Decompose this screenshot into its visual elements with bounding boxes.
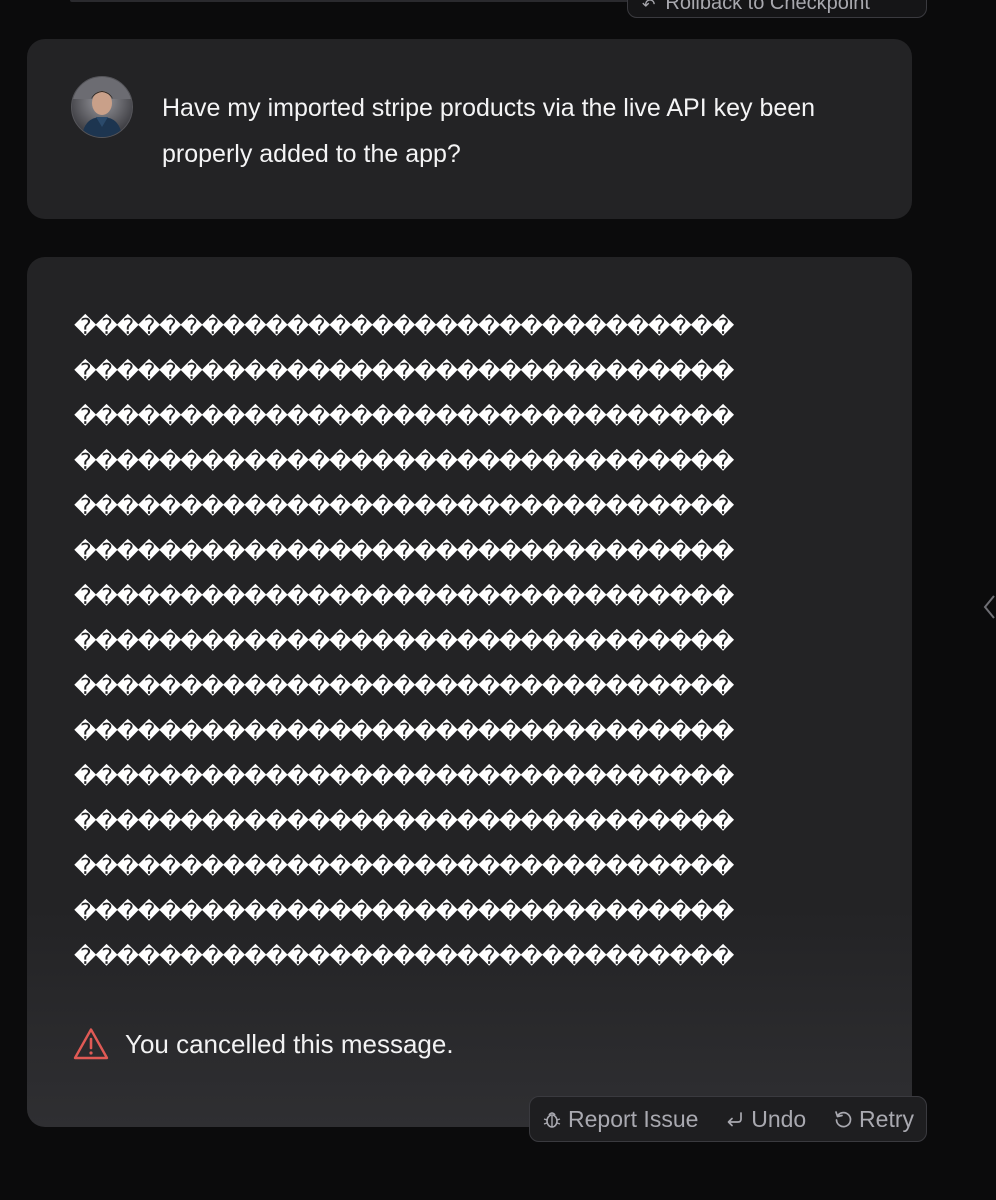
garbled-line: ������������������������������� xyxy=(74,630,734,655)
garbled-line: ������������������������������� xyxy=(74,945,734,970)
retry-label: Retry xyxy=(859,1105,914,1132)
garbled-line: ������������������������������� xyxy=(74,450,734,475)
garbled-line: ������������������������������� xyxy=(74,405,734,430)
report-issue-button[interactable]: Report Issue xyxy=(542,1106,698,1133)
garbled-line: ������������������������������� xyxy=(74,495,734,520)
avatar xyxy=(71,76,133,138)
retry-button[interactable]: Retry xyxy=(833,1106,914,1133)
undo-label: Undo xyxy=(751,1105,807,1132)
top-divider xyxy=(70,0,640,2)
avatar-image xyxy=(72,77,132,137)
report-issue-label: Report Issue xyxy=(568,1105,699,1132)
rollback-icon: ↶ xyxy=(642,0,656,14)
garbled-line: ������������������������������� xyxy=(74,720,734,745)
garbled-line: ������������������������������� xyxy=(74,900,734,925)
message-action-bar: Report Issue Undo Retry xyxy=(529,1096,927,1142)
warning-triangle-icon xyxy=(73,1028,109,1060)
garbled-line: ������������������������������� xyxy=(74,360,734,385)
assistant-message-card: ������������������������������� ��������… xyxy=(27,257,912,1127)
garbled-output: ������������������������������� ��������… xyxy=(74,305,874,980)
cancel-notice: You cancelled this message. xyxy=(73,1027,454,1061)
rollback-button[interactable]: ↶ Rollback to Checkpoint xyxy=(627,0,927,18)
garbled-line: ������������������������������� xyxy=(74,315,734,340)
cancel-notice-text: You cancelled this message. xyxy=(125,1028,454,1059)
garbled-line: ������������������������������� xyxy=(74,675,734,700)
garbled-line: ������������������������������� xyxy=(74,585,734,610)
undo-arrow-icon xyxy=(727,1112,743,1127)
chevron-left-icon[interactable] xyxy=(982,594,996,620)
rollback-label: Rollback to Checkpoint xyxy=(665,0,870,14)
garbled-line: ������������������������������� xyxy=(74,810,734,835)
garbled-line: ������������������������������� xyxy=(74,540,734,565)
garbled-line: ������������������������������� xyxy=(74,855,734,880)
retry-icon xyxy=(835,1111,852,1128)
user-message-text: Have my imported stripe products via the… xyxy=(162,94,816,168)
garbled-line: ������������������������������� xyxy=(74,765,734,790)
chat-page: ↶ Rollback to Checkpoint Have my importe… xyxy=(0,0,996,1200)
undo-button[interactable]: Undo xyxy=(725,1106,806,1133)
bug-icon xyxy=(543,1112,561,1128)
user-message-card: Have my imported stripe products via the… xyxy=(27,39,912,219)
